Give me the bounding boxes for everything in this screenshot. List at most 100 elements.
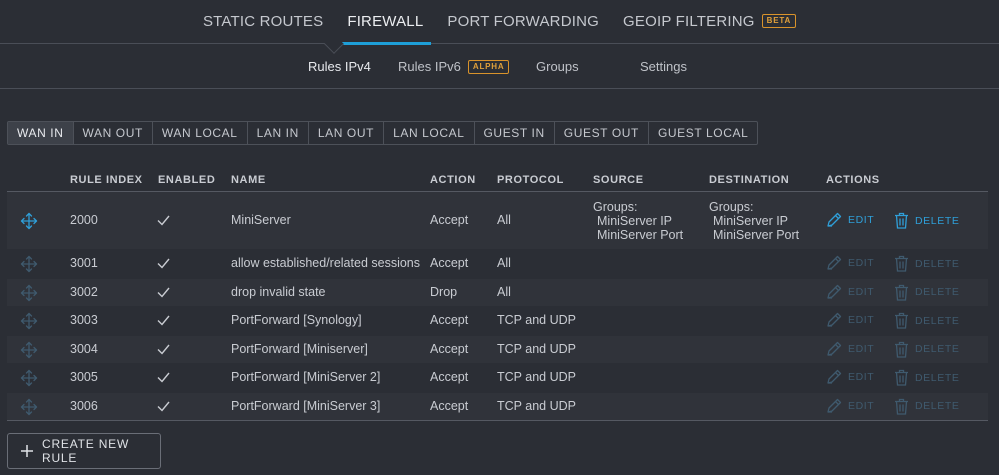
- rule-action: Accept: [430, 341, 469, 356]
- delete-rule-button[interactable]: DELETE: [894, 284, 959, 301]
- rule-name: drop invalid state: [231, 284, 326, 299]
- table-row: 3005 PortForward [MiniServer 2] Accept TCP …: [7, 364, 988, 393]
- segment-wan-out[interactable]: WAN OUT: [74, 122, 153, 144]
- rule-index: 3003: [70, 313, 98, 328]
- alpha-badge: ALPHA: [467, 59, 510, 74]
- edit-rule-button[interactable]: EDIT: [826, 212, 874, 228]
- check-icon: [157, 287, 170, 301]
- move-arrows-icon[interactable]: [20, 212, 38, 233]
- header-enabled[interactable]: ENABLED: [158, 174, 215, 186]
- rule-protocol: TCP and UDP: [497, 341, 576, 356]
- edit-rule-button[interactable]: EDIT: [826, 369, 874, 385]
- rule-index: 2000: [70, 213, 98, 227]
- delete-rule-button[interactable]: DELETE: [894, 398, 959, 415]
- rule-protocol: All: [497, 213, 511, 227]
- check-icon: [157, 401, 170, 415]
- tab-firewall[interactable]: FIREWALL: [339, 0, 432, 45]
- header-action[interactable]: ACTION: [430, 174, 476, 186]
- move-arrows-icon[interactable]: [20, 341, 38, 362]
- rule-index: 3005: [70, 370, 98, 385]
- delete-rule-button[interactable]: DELETE: [894, 212, 959, 229]
- delete-rule-button[interactable]: DELETE: [894, 255, 959, 272]
- edit-rule-button[interactable]: EDIT: [826, 312, 874, 328]
- subtab-rules-ipv4[interactable]: Rules IPv4: [308, 59, 371, 74]
- pencil-icon: [826, 341, 848, 357]
- move-arrows-icon[interactable]: [20, 255, 38, 276]
- trash-icon: [894, 312, 915, 329]
- rule-name: MiniServer: [231, 213, 291, 227]
- pencil-icon: [826, 369, 848, 385]
- table-body: 2000 MiniServer Accept All Groups: MiniServ…: [7, 192, 988, 421]
- header-actions: ACTIONS: [826, 174, 880, 186]
- segment-guest-local[interactable]: GUEST LOCAL: [649, 122, 757, 144]
- rule-protocol: TCP and UDP: [497, 313, 576, 328]
- rule-name: PortForward [MiniServer 3]: [231, 398, 381, 413]
- rule-name: PortForward [Synology]: [231, 313, 362, 328]
- rule-index: 3006: [70, 398, 98, 413]
- rule-protocol: TCP and UDP: [497, 370, 576, 385]
- trash-icon: [894, 212, 915, 229]
- table-row: 3001 allow established/related sessions Ac…: [7, 250, 988, 279]
- rule-action: Accept: [430, 370, 469, 385]
- move-arrows-icon[interactable]: [20, 312, 38, 333]
- rules-table: RULE INDEX ENABLED NAME ACTION PROTOCOL …: [7, 170, 988, 421]
- segment-guest-out[interactable]: GUEST OUT: [555, 122, 649, 144]
- subtab-groups[interactable]: Groups: [536, 59, 579, 74]
- segment-wan-in[interactable]: WAN IN: [8, 122, 74, 144]
- rule-action: Accept: [430, 313, 469, 328]
- table-row: 3003 PortForward [Synology] Accept TCP and …: [7, 307, 988, 336]
- header-source[interactable]: SOURCE: [593, 174, 644, 186]
- delete-rule-button[interactable]: DELETE: [894, 341, 959, 358]
- segment-lan-out[interactable]: LAN OUT: [309, 122, 385, 144]
- rule-destination: Groups: MiniServer IP MiniServer Port: [709, 200, 800, 242]
- rule-name: PortForward [MiniServer 2]: [231, 370, 381, 385]
- move-arrows-icon[interactable]: [20, 284, 38, 305]
- tab-port-forwarding[interactable]: PORT FORWARDING: [439, 0, 607, 44]
- delete-rule-button[interactable]: DELETE: [894, 312, 959, 329]
- rule-index: 3002: [70, 284, 98, 299]
- rule-action: Accept: [430, 213, 469, 227]
- rule-index: 3004: [70, 341, 98, 356]
- trash-icon: [894, 255, 915, 272]
- move-arrows-icon[interactable]: [20, 398, 38, 419]
- rule-protocol: All: [497, 256, 511, 271]
- plus-icon: [21, 445, 33, 457]
- rule-action: Drop: [430, 284, 458, 299]
- tab-geoip-filtering[interactable]: GEOIP FILTERING BETA: [615, 0, 804, 44]
- segment-lan-local[interactable]: LAN LOCAL: [384, 122, 475, 144]
- header-rule-index[interactable]: RULE INDEX: [70, 174, 143, 186]
- table-row: 2000 MiniServer Accept All Groups: MiniServ…: [7, 192, 988, 250]
- trash-icon: [894, 284, 915, 301]
- rule-name: PortForward [Miniserver]: [231, 341, 368, 356]
- edit-rule-button[interactable]: EDIT: [826, 398, 874, 414]
- edit-rule-button[interactable]: EDIT: [826, 255, 874, 271]
- source-group-item: MiniServer IP: [597, 214, 673, 228]
- table-row: 3002 drop invalid state Drop All EDIT DELET…: [7, 278, 988, 307]
- edit-rule-button[interactable]: EDIT: [826, 341, 874, 357]
- destination-group-item: MiniServer IP: [713, 214, 789, 228]
- pencil-icon: [826, 212, 848, 228]
- table-row: 3006 PortForward [MiniServer 3] Accept TCP …: [7, 392, 988, 421]
- header-name[interactable]: NAME: [231, 174, 266, 186]
- delete-rule-button[interactable]: DELETE: [894, 369, 959, 386]
- create-new-rule-button[interactable]: CREATE NEW RULE: [7, 433, 161, 469]
- header-destination[interactable]: DESTINATION: [709, 174, 789, 186]
- segment-lan-in[interactable]: LAN IN: [248, 122, 309, 144]
- rule-action: Accept: [430, 256, 469, 271]
- tab-static-routes[interactable]: STATIC ROUTES: [195, 0, 331, 44]
- segment-guest-in[interactable]: GUEST IN: [475, 122, 555, 144]
- subtab-settings[interactable]: Settings: [640, 59, 687, 74]
- move-arrows-icon[interactable]: [20, 369, 38, 390]
- rule-protocol: TCP and UDP: [497, 398, 576, 413]
- pencil-icon: [826, 312, 848, 328]
- edit-rule-button[interactable]: EDIT: [826, 284, 874, 300]
- table-header: RULE INDEX ENABLED NAME ACTION PROTOCOL …: [7, 170, 988, 192]
- table-row: 3004 PortForward [Miniserver] Accept TCP an…: [7, 335, 988, 364]
- top-tab-bar: STATIC ROUTES FIREWALL PORT FORWARDING G…: [0, 0, 999, 45]
- check-icon: [157, 258, 170, 272]
- subtab-rules-ipv6[interactable]: Rules IPv6 ALPHA: [398, 59, 510, 74]
- header-protocol[interactable]: PROTOCOL: [497, 174, 564, 186]
- rule-name: allow established/related sessions: [231, 256, 420, 271]
- check-icon: [157, 315, 170, 329]
- segment-wan-local[interactable]: WAN LOCAL: [153, 122, 248, 144]
